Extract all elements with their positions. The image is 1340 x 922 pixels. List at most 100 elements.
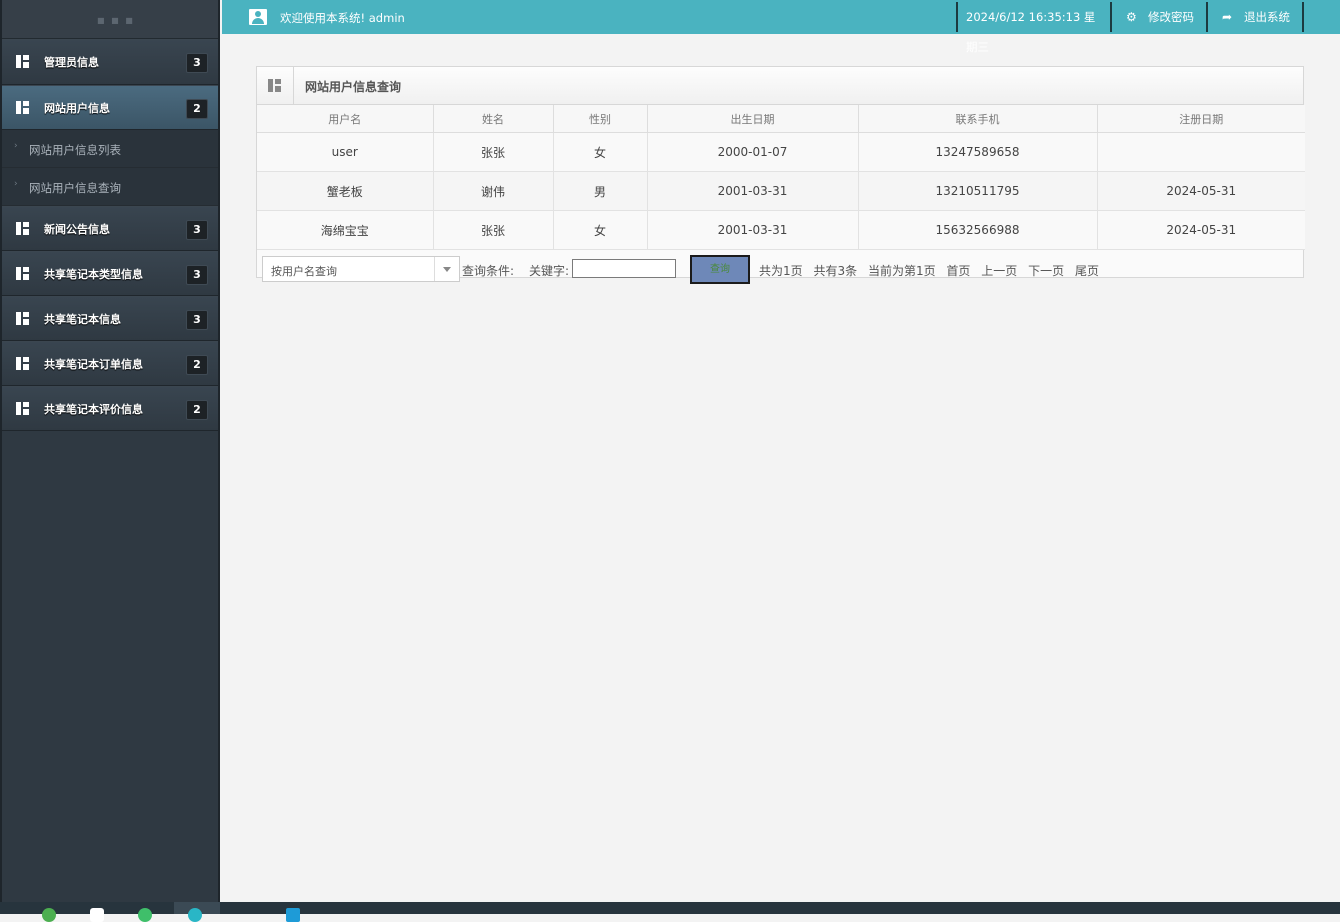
column-header[interactable]: 出生日期 — [647, 105, 859, 133]
cell-regdate: 2024-05-31 — [1097, 210, 1305, 250]
total-pages: 共为1页 — [759, 264, 803, 278]
active-app-highlight[interactable] — [174, 902, 220, 922]
sidebar-item-label: 共享笔记本类型信息 — [44, 268, 143, 281]
cell-name: 张张 — [433, 132, 554, 172]
app-icon[interactable] — [90, 908, 104, 922]
cell-name: 谢伟 — [433, 171, 554, 211]
column-header[interactable]: 用户名 — [257, 105, 434, 133]
dashboard-icon — [16, 312, 29, 325]
taskbar — [0, 902, 1340, 922]
sidebar-item-label: 共享笔记本信息 — [44, 313, 121, 326]
sidebar-item-notebook-order-info[interactable]: 共享笔记本订单信息 2 — [2, 341, 218, 386]
cell-phone: 13210511795 — [858, 171, 1098, 211]
sidebar-subitem-user-list[interactable]: › 网站用户信息列表 — [2, 130, 218, 168]
sidebar-grip[interactable]: ■ ■ ■ — [2, 0, 218, 39]
change-password-button[interactable]: ⚙ 修改密码 — [1110, 2, 1206, 32]
datetime: 2024/6/12 16:35:13 星期三 — [956, 2, 1106, 54]
last-page-link[interactable]: 尾页 — [1075, 264, 1099, 278]
cell-gender: 女 — [553, 132, 648, 172]
logout-button[interactable]: ➦ 退出系统 — [1206, 2, 1304, 32]
grip-dots-icon: ■ ■ ■ — [97, 16, 135, 25]
search-button[interactable]: 查询 — [690, 255, 750, 284]
dashboard-icon — [16, 101, 29, 114]
panel-title: 网站用户信息查询 — [305, 80, 402, 94]
share-arrow-icon: ➦ — [1222, 10, 1233, 24]
table-row[interactable]: user 张张 女 2000-01-07 13247589658 — [257, 132, 1305, 172]
dashboard-icon — [268, 79, 281, 92]
current-page: 当前为第1页 — [867, 264, 936, 278]
sidebar-item-site-user-info[interactable]: 网站用户信息 2 — [2, 85, 218, 130]
sidebar-subitem-user-query[interactable]: › 网站用户信息查询 — [2, 168, 218, 206]
change-password-label: 修改密码 — [1148, 10, 1194, 24]
count-badge: 3 — [186, 265, 208, 285]
gear-icon: ⚙ — [1126, 10, 1137, 24]
sidebar-item-label: 共享笔记本评价信息 — [44, 403, 143, 416]
table-row[interactable]: 海绵宝宝 张张 女 2001-03-31 15632566988 2024-05… — [257, 210, 1305, 250]
table-header-row: 用户名 姓名 性别 出生日期 联系手机 注册日期 — [257, 105, 1305, 133]
column-header[interactable]: 姓名 — [433, 105, 554, 133]
cell-phone: 15632566988 — [858, 210, 1098, 250]
app-icon — [188, 908, 202, 922]
column-header[interactable]: 性别 — [553, 105, 648, 133]
dashboard-icon — [16, 357, 29, 370]
user-query-panel: 网站用户信息查询 用户名 姓名 性别 出生日期 联系手机 注册日期 user 张… — [256, 66, 1305, 284]
cell-username: user — [257, 132, 434, 172]
user-icon — [249, 9, 267, 25]
sidebar-item-notebook-type-info[interactable]: 共享笔记本类型信息 3 — [2, 251, 218, 296]
column-header[interactable]: 联系手机 — [858, 105, 1098, 133]
count-badge: 3 — [186, 310, 208, 330]
app-icon[interactable] — [138, 908, 152, 922]
panel-header: 网站用户信息查询 — [257, 67, 1303, 105]
cell-username: 蟹老板 — [257, 171, 434, 211]
sidebar-item-notebook-review-info[interactable]: 共享笔记本评价信息 2 — [2, 386, 218, 431]
sidebar-item-notebook-info[interactable]: 共享笔记本信息 3 — [2, 296, 218, 341]
sidebar-item-label: 网站用户信息 — [44, 102, 110, 115]
user-table: 用户名 姓名 性别 出生日期 联系手机 注册日期 user 张张 女 2000-… — [257, 105, 1305, 250]
total-records: 共有3条 — [813, 264, 858, 278]
cell-regdate — [1097, 132, 1305, 172]
app-icon[interactable] — [42, 908, 56, 922]
chevron-down-icon[interactable] — [434, 257, 459, 281]
app-icon[interactable] — [286, 908, 300, 922]
first-page-link[interactable]: 首页 — [946, 264, 970, 278]
sidebar-item-label: 新闻公告信息 — [44, 223, 110, 236]
welcome-text: 欢迎使用本系统! admin — [280, 11, 405, 25]
table-row[interactable]: 蟹老板 谢伟 男 2001-03-31 13210511795 2024-05-… — [257, 171, 1305, 211]
cell-username: 海绵宝宝 — [257, 210, 434, 250]
sidebar-item-admin-info[interactable]: 管理员信息 3 — [2, 39, 218, 85]
pagination: 共为1页 共有3条 当前为第1页 首页 上一页 下一页 尾页 — [759, 262, 1106, 279]
condition-label: 查询条件: — [462, 264, 515, 278]
dashboard-icon — [16, 402, 29, 415]
keyword-label: 关键字: — [529, 264, 570, 278]
dashboard-icon — [16, 55, 29, 68]
dashboard-icon — [16, 222, 29, 235]
query-field-value: 按用户名查询 — [271, 265, 337, 278]
cell-birthdate: 2001-03-31 — [647, 171, 859, 211]
keyword-input[interactable] — [572, 259, 676, 278]
count-badge: 3 — [186, 220, 208, 240]
cell-regdate: 2024-05-31 — [1097, 171, 1305, 211]
query-field-select[interactable]: 按用户名查询 — [262, 256, 460, 282]
cell-phone: 13247589658 — [858, 132, 1098, 172]
query-footer: 按用户名查询 查询条件: 关键字: 查询 共为1页 共有3条 当前为第1页 首页… — [257, 250, 1303, 288]
count-badge: 2 — [186, 355, 208, 375]
sidebar-subitem-label: 网站用户信息列表 — [29, 143, 121, 157]
dashboard-icon — [16, 267, 29, 280]
sidebar-item-label: 共享笔记本订单信息 — [44, 358, 143, 371]
cell-name: 张张 — [433, 210, 554, 250]
cell-gender: 男 — [553, 171, 648, 211]
sidebar-subitem-label: 网站用户信息查询 — [29, 181, 121, 195]
logout-label: 退出系统 — [1244, 10, 1290, 24]
sidebar-item-label: 管理员信息 — [44, 56, 99, 69]
next-page-link[interactable]: 下一页 — [1028, 264, 1064, 278]
sidebar: ■ ■ ■ 管理员信息 3 网站用户信息 2 › 网站用户信息列表 › 网站用户… — [0, 0, 220, 902]
cell-gender: 女 — [553, 210, 648, 250]
cell-birthdate: 2000-01-07 — [647, 132, 859, 172]
count-badge: 2 — [186, 99, 208, 119]
chevron-right-icon: › — [14, 179, 18, 189]
count-badge: 3 — [186, 53, 208, 73]
column-header[interactable]: 注册日期 — [1097, 105, 1305, 133]
sidebar-item-news-info[interactable]: 新闻公告信息 3 — [2, 206, 218, 251]
prev-page-link[interactable]: 上一页 — [981, 264, 1017, 278]
count-badge: 2 — [186, 400, 208, 420]
